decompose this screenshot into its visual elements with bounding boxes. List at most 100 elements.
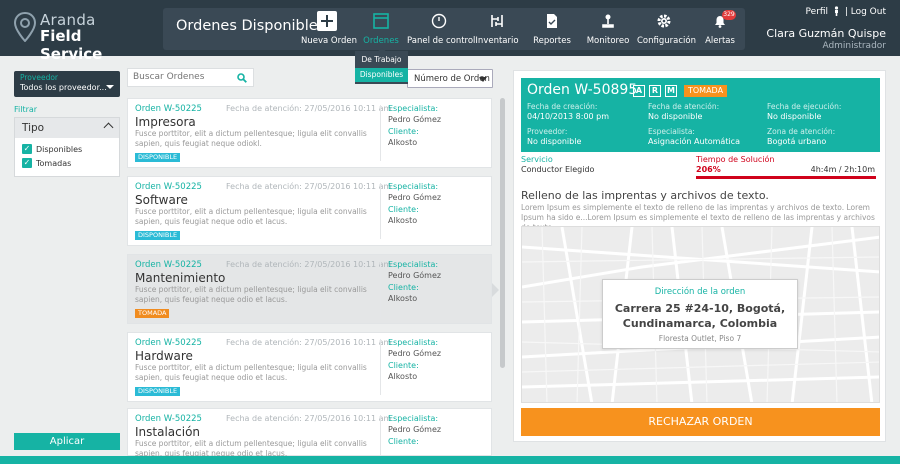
nav-nueva-orden[interactable]: Nueva Orden bbox=[301, 8, 357, 50]
client-label: Cliente: bbox=[388, 127, 419, 136]
link-separator: | bbox=[844, 7, 848, 17]
field-value: 04/10/2013 8:00 pm bbox=[527, 112, 610, 121]
service-label: Servicio bbox=[521, 155, 553, 164]
client-label: Cliente: bbox=[388, 205, 419, 214]
filter-tomadas-checkbox[interactable]: ✓ Tomadas bbox=[22, 158, 126, 170]
provider-select[interactable]: Proveedor Todos los proveedor... bbox=[14, 71, 120, 97]
inventory-icon bbox=[491, 15, 503, 27]
search-icon[interactable] bbox=[237, 73, 247, 83]
nav-panel-de-control[interactable]: Panel de control bbox=[407, 8, 476, 50]
nav-monitoreo[interactable]: Monitoreo bbox=[581, 8, 635, 50]
nav-label: Ordenes bbox=[363, 36, 399, 46]
status-badge: TOMADA bbox=[135, 309, 170, 318]
order-date: Fecha de atención: 27/05/2016 10:11 am bbox=[226, 104, 392, 113]
checkbox-label: Disponibles bbox=[36, 145, 83, 154]
nav-inventario[interactable]: Inventario bbox=[473, 8, 521, 50]
order-type: Impresora bbox=[135, 115, 196, 129]
order-type: Mantenimiento bbox=[135, 271, 226, 285]
list-scrollbar[interactable] bbox=[500, 98, 505, 368]
detail-order-title: Orden W-50895 bbox=[527, 82, 637, 98]
apply-button[interactable]: Aplicar bbox=[14, 433, 120, 450]
header-panel: Ordenes Disponibles Nueva Orden Ordenes … bbox=[163, 8, 745, 50]
user-name: Clara Guzmán Quispe bbox=[766, 27, 886, 40]
order-card[interactable]: Orden W-50225 Fecha de atención: 27/05/2… bbox=[127, 176, 492, 246]
status-badge: DISPONIBLE bbox=[135, 387, 181, 396]
type-filter-title: Tipo bbox=[22, 122, 45, 134]
logout-link[interactable]: Log Out bbox=[851, 7, 886, 17]
ordenes-dropdown: De Trabajo Disponibles bbox=[355, 51, 408, 84]
nav-alertas[interactable]: 329 Alertas bbox=[699, 8, 741, 50]
nav-label: Nueva Orden bbox=[301, 36, 357, 46]
plus-icon bbox=[317, 11, 337, 31]
type-filter-header[interactable]: Tipo bbox=[15, 118, 119, 138]
tag-m-icon: M bbox=[665, 85, 677, 97]
nav-ordenes[interactable]: Ordenes bbox=[359, 8, 403, 50]
service-value: Conductor Elegido bbox=[521, 165, 595, 174]
chevron-up-icon bbox=[103, 122, 114, 133]
divider bbox=[380, 415, 381, 455]
address-line1: Carrera 25 #24-10, Bogotá, bbox=[614, 302, 786, 315]
order-date: Fecha de atención: 27/05/2016 10:11 am bbox=[226, 414, 392, 423]
field-label: Especialista: bbox=[648, 127, 695, 136]
order-id: Orden W-50225 bbox=[135, 104, 202, 114]
dropdown-item-disponibles[interactable]: Disponibles bbox=[355, 68, 408, 82]
window-icon bbox=[373, 13, 389, 29]
order-type: Instalación bbox=[135, 425, 201, 439]
reject-order-button[interactable]: RECHAZAR ORDEN bbox=[521, 408, 880, 436]
divider bbox=[380, 183, 381, 239]
divider bbox=[380, 261, 381, 317]
top-bar: Aranda Field Service Ordenes Disponibles… bbox=[0, 0, 900, 63]
user-box: Perfil | Log Out Clara Guzmán Quispe Adm… bbox=[766, 6, 886, 51]
client-label: Cliente: bbox=[388, 361, 419, 370]
nav-reportes[interactable]: Reportes bbox=[527, 8, 577, 50]
divider bbox=[380, 105, 381, 161]
selection-pointer bbox=[492, 283, 499, 297]
order-date: Fecha de atención: 27/05/2016 10:11 am bbox=[226, 182, 392, 191]
nav-label: Reportes bbox=[533, 36, 571, 46]
order-card-selected[interactable]: Orden W-50225 Fecha de atención: 27/05/2… bbox=[127, 254, 492, 324]
specialist-label: Especialista: bbox=[388, 104, 439, 113]
solution-time-fill bbox=[696, 176, 876, 179]
order-card[interactable]: Orden W-50225 Fecha de atención: 27/05/2… bbox=[127, 408, 492, 458]
field-label: Proveedor: bbox=[527, 127, 568, 136]
field-label: Zona de atención: bbox=[767, 127, 836, 136]
field-value: Asignación Automática bbox=[648, 137, 740, 146]
filter-disponibles-checkbox[interactable]: ✓ Disponibles bbox=[22, 144, 126, 156]
gear-icon bbox=[657, 14, 671, 28]
search-input[interactable] bbox=[133, 72, 233, 82]
profile-link[interactable]: Perfil bbox=[806, 7, 829, 17]
nav-label: Panel de control bbox=[407, 36, 476, 46]
nav-label: Inventario bbox=[475, 36, 519, 46]
order-description: Fusce porttitor, elit a dictum pellentes… bbox=[135, 285, 367, 304]
dashboard-icon bbox=[431, 13, 447, 29]
order-card[interactable]: Orden W-50225 Fecha de atención: 27/05/2… bbox=[127, 98, 492, 168]
specialist-value: Pedro Gómez bbox=[388, 193, 442, 202]
filter-label: Filtrar bbox=[14, 105, 38, 114]
order-description: Fusce porttitor, elit a dictum pellentes… bbox=[135, 129, 367, 148]
address-line2: Cundinamarca, Colombia bbox=[622, 317, 778, 330]
brand-logo[interactable]: Aranda Field Service bbox=[14, 10, 144, 63]
nav-configuracion[interactable]: Configuración bbox=[637, 8, 696, 50]
order-id: Orden W-50225 bbox=[135, 182, 202, 192]
check-icon: ✓ bbox=[22, 158, 32, 168]
address-label: Dirección de la orden bbox=[654, 287, 746, 297]
detail-header: Orden W-50895 A R M TOMADA Fecha de crea… bbox=[521, 78, 880, 152]
nav-label: Configuración bbox=[637, 36, 696, 46]
order-type: Hardware bbox=[135, 349, 193, 363]
sort-select[interactable]: Número de Orden bbox=[407, 69, 493, 88]
detail-order-label: Orden bbox=[527, 82, 570, 98]
address-card: Dirección de la orden Carrera 25 #24-10,… bbox=[602, 279, 798, 349]
field-label: Fecha de creación: bbox=[527, 102, 598, 111]
order-map[interactable]: Dirección de la orden Carrera 25 #24-10,… bbox=[521, 226, 880, 403]
checkbox-label: Tomadas bbox=[36, 159, 72, 168]
order-description: Fusce porttitor, elit a dictum pellentes… bbox=[135, 363, 367, 382]
dropdown-item-de-trabajo[interactable]: De Trabajo bbox=[355, 53, 408, 67]
nav-label: Monitoreo bbox=[586, 36, 630, 46]
order-id: Orden W-50225 bbox=[135, 260, 202, 270]
specialist-value: Pedro Gómez bbox=[388, 271, 442, 280]
order-card[interactable]: Orden W-50225 Fecha de atención: 27/05/2… bbox=[127, 332, 492, 402]
client-label: Cliente: bbox=[388, 283, 419, 292]
provider-caption: Proveedor bbox=[20, 73, 58, 82]
field-label: Fecha de ejecución: bbox=[767, 102, 842, 111]
field-label: Fecha de atención: bbox=[648, 102, 720, 111]
